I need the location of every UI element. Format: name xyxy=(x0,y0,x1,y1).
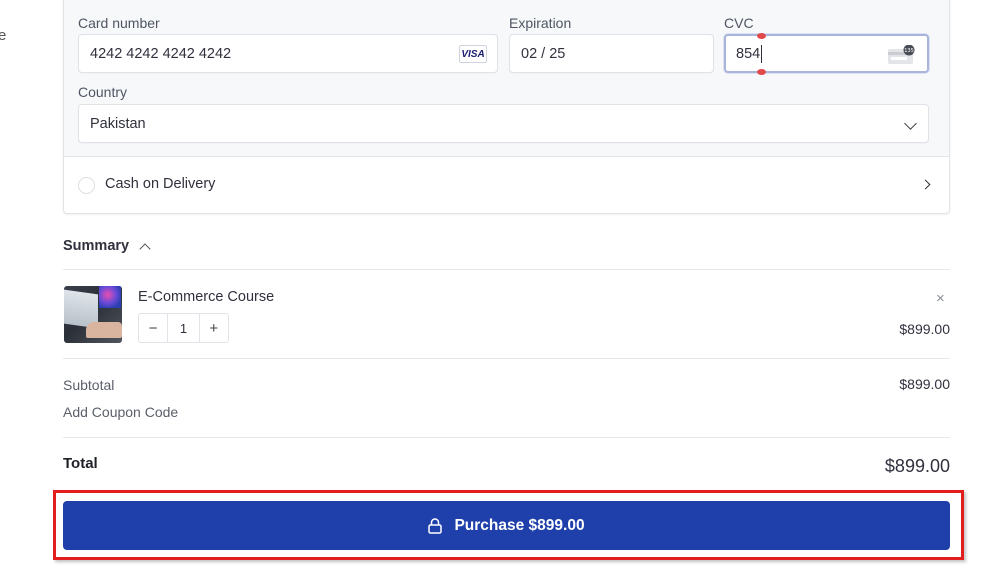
cash-on-delivery-label: Cash on Delivery xyxy=(105,176,216,192)
text-cursor xyxy=(757,32,767,75)
expiration-label: Expiration xyxy=(509,15,572,31)
thumbnail-background-lights xyxy=(99,286,121,308)
purchase-button[interactable]: Purchase $899.00 xyxy=(63,501,950,550)
selection-handle-bottom[interactable] xyxy=(757,68,767,75)
subtotal-value: $899.00 xyxy=(899,376,950,392)
cash-on-delivery-option[interactable]: Cash on Delivery xyxy=(64,157,949,213)
summary-title: Summary xyxy=(63,238,130,254)
expiration-input[interactable]: 02 / 25 xyxy=(509,34,714,73)
card-number-label: Card number xyxy=(78,15,160,31)
add-coupon-link[interactable]: Add Coupon Code xyxy=(63,404,178,420)
thumbnail-hands xyxy=(86,322,122,338)
quantity-value[interactable]: 1 xyxy=(167,314,200,342)
subtotal-label: Subtotal xyxy=(63,377,115,393)
country-select[interactable]: Pakistan xyxy=(78,104,929,143)
total-label: Total xyxy=(63,455,98,472)
lock-icon xyxy=(428,517,443,534)
country-value: Pakistan xyxy=(90,115,146,132)
divider xyxy=(63,358,950,359)
product-name: E-Commerce Course xyxy=(138,289,275,305)
cash-on-delivery-radio[interactable] xyxy=(78,177,95,194)
item-price: $899.00 xyxy=(899,321,950,337)
card-number-input[interactable]: 4242 4242 4242 4242 VISA xyxy=(78,34,498,73)
visa-icon: VISA xyxy=(459,45,487,63)
cvc-label: CVC xyxy=(724,15,754,31)
expiration-value: 02 / 25 xyxy=(521,45,566,62)
chevron-down-icon xyxy=(904,117,917,130)
purchase-button-label: Purchase $899.00 xyxy=(454,516,585,534)
total-value: $899.00 xyxy=(884,456,950,476)
chevron-up-icon xyxy=(139,242,151,255)
cvc-value: 854 xyxy=(736,45,761,62)
chevron-right-icon xyxy=(920,179,931,190)
remove-item-button[interactable]: × xyxy=(936,290,945,307)
cvc-icon-text: 135 xyxy=(904,48,914,54)
selection-handle-top[interactable] xyxy=(757,32,767,39)
country-label: Country xyxy=(78,84,128,100)
card-number-value: 4242 4242 4242 4242 xyxy=(90,45,232,62)
summary-toggle[interactable]: Summary xyxy=(63,238,151,255)
divider xyxy=(63,269,950,270)
divider xyxy=(63,437,950,438)
increment-button[interactable]: + xyxy=(200,314,228,342)
cvc-card-icon: 135 xyxy=(888,45,915,64)
card-payment-section: Card number 4242 4242 4242 4242 VISA Exp… xyxy=(64,0,949,157)
decrement-button[interactable]: − xyxy=(139,314,167,342)
quantity-stepper: − 1 + xyxy=(138,313,229,343)
payment-method-panel: Card number 4242 4242 4242 4242 VISA Exp… xyxy=(63,0,950,214)
offscreen-text-fragment: e xyxy=(0,27,7,44)
product-thumbnail xyxy=(64,286,122,343)
cvc-input[interactable]: 854 135 xyxy=(724,32,929,75)
